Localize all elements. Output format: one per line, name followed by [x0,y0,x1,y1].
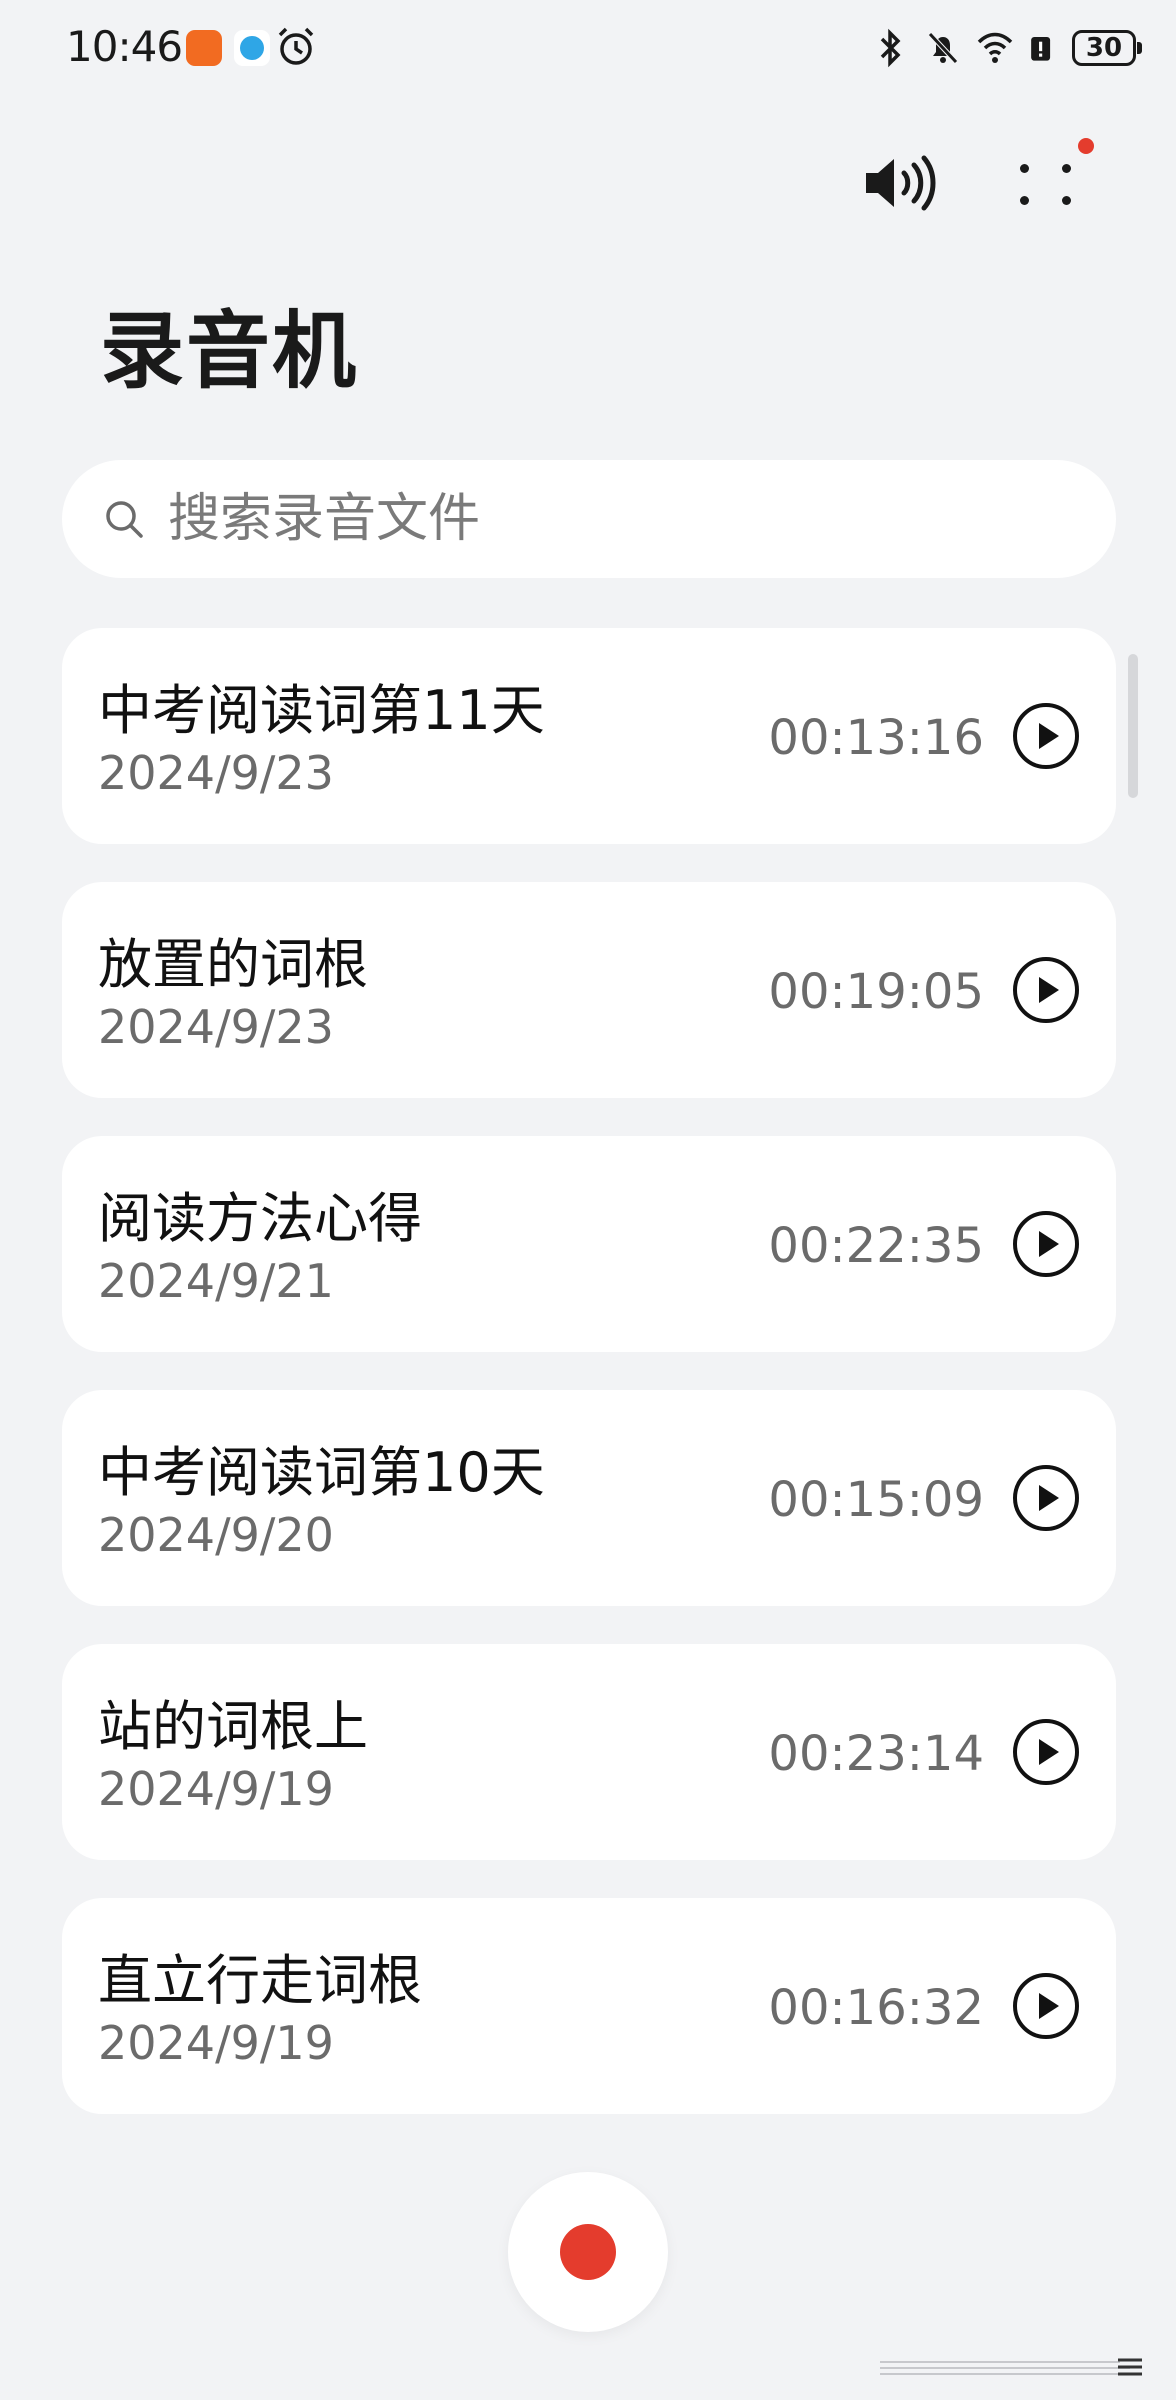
notification-app-icon-2 [234,30,270,66]
recording-duration: 00:19:05 [768,964,984,1020]
play-icon[interactable] [1012,1718,1080,1786]
recording-item[interactable]: 放置的词根 2024/9/23 00:19:05 [62,882,1116,1098]
play-icon[interactable] [1012,1464,1080,1532]
recording-date: 2024/9/20 [98,1508,334,1562]
status-time: 10:46 [66,22,183,71]
recording-list: 中考阅读词第11天 2024/9/23 00:13:16 放置的词根 2024/… [62,628,1116,2152]
page-title: 录音机 [100,302,359,400]
recording-item[interactable]: 中考阅读词第11天 2024/9/23 00:13:16 [62,628,1116,844]
battery-saver-icon [1031,36,1051,61]
play-icon[interactable] [1012,1972,1080,2040]
search-input[interactable] [168,489,968,549]
play-icon[interactable] [1012,956,1080,1024]
recording-date: 2024/9/21 [98,1254,334,1308]
status-icons: 30 [872,22,1142,74]
recording-duration: 00:23:14 [768,1726,984,1782]
battery-icon: 30 [1072,30,1142,66]
recording-duration: 00:22:35 [768,1218,984,1274]
recording-item[interactable]: 直立行走词根 2024/9/19 00:16:32 [62,1898,1116,2114]
record-icon [560,2224,616,2280]
recording-title: 站的词根上 [98,1695,368,1758]
record-button[interactable] [508,2172,668,2332]
more-dot [1062,196,1071,205]
battery-level: 30 [1085,33,1123,63]
recording-title: 阅读方法心得 [98,1187,422,1250]
recording-date: 2024/9/19 [98,2016,334,2070]
notification-badge [1078,138,1094,154]
recording-title: 中考阅读词第11天 [98,679,545,742]
mute-icon [928,32,958,64]
recording-title: 中考阅读词第10天 [98,1441,545,1504]
recording-title: 直立行走词根 [98,1949,422,2012]
recording-date: 2024/9/19 [98,1762,334,1816]
status-bar: 10:46 30 [0,0,1176,96]
notification-app-icon [186,30,222,66]
alarm-icon [278,27,314,65]
play-icon[interactable] [1012,702,1080,770]
more-dot [1020,196,1029,205]
more-options-button[interactable] [1006,138,1094,218]
recording-duration: 00:15:09 [768,1472,984,1528]
recording-duration: 00:16:32 [768,1980,984,2036]
recording-title: 放置的词根 [98,933,368,996]
scrollbar[interactable] [1128,654,1138,798]
recording-duration: 00:13:16 [768,710,984,766]
recording-item[interactable]: 站的词根上 2024/9/19 00:23:14 [62,1644,1116,1860]
recorder-screen: 10:46 30 录音机 搜索录音文件 中考阅读词第11天 2024/9/23 … [0,0,1176,2400]
bluetooth-icon [880,28,901,68]
recording-date: 2024/9/23 [98,1000,334,1054]
search-bar[interactable] [62,460,1116,578]
speaker-mode-button[interactable] [858,148,942,218]
play-icon[interactable] [1012,1210,1080,1278]
more-dot [1062,164,1071,173]
wifi-icon [977,32,1013,63]
recording-item[interactable]: 阅读方法心得 2024/9/21 00:22:35 [62,1136,1116,1352]
recording-item[interactable]: 中考阅读词第10天 2024/9/20 00:15:09 [62,1390,1116,1606]
search-icon [106,501,143,538]
recording-date: 2024/9/23 [98,746,334,800]
speaker-icon [866,155,936,211]
more-dot [1020,164,1029,173]
gesture-bar-icon [880,2358,1142,2376]
